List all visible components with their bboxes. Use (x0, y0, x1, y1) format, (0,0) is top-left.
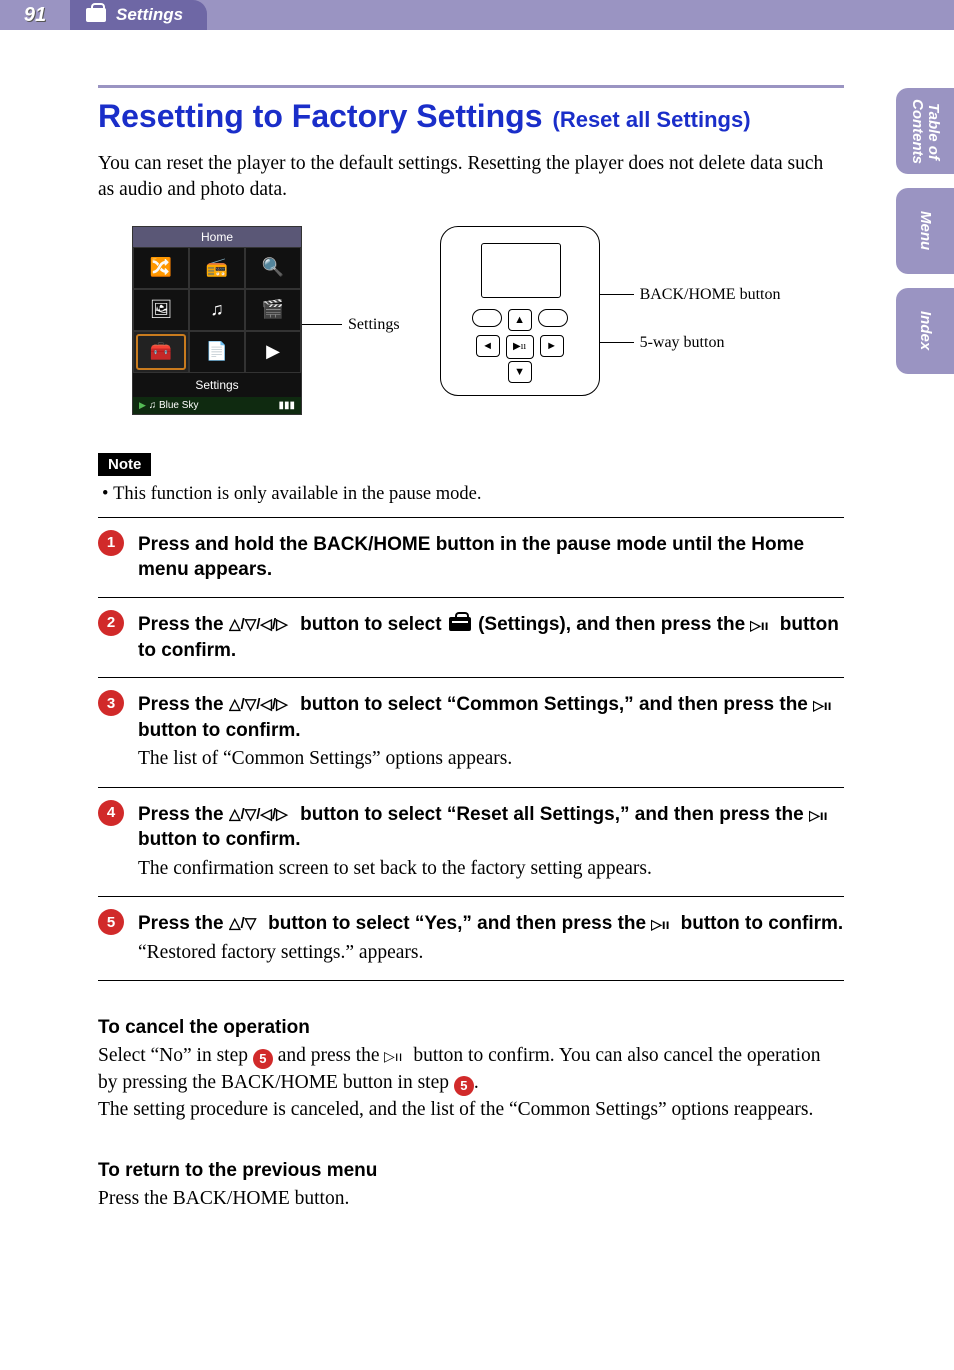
play-pause-icon: ▷ıı (750, 618, 774, 632)
step-3: 3 Press the △/▽/◁/▷ button to select “Co… (98, 677, 844, 787)
step-number-4: 4 (98, 800, 124, 826)
title-sub: (Reset all Settings) (553, 107, 751, 132)
play-pause-icon: ▷ıı (809, 808, 833, 822)
cancel-paragraph: Select “No” in step 5 and press the ▷ıı … (98, 1043, 844, 1124)
svg-text:△/▽/◁/▷: △/▽/◁/▷ (229, 696, 289, 712)
headphone-icon (472, 309, 502, 327)
step-1: 1 Press and hold the BACK/HOME button in… (98, 517, 844, 597)
dpad-4way-icon: △/▽/◁/▷ (229, 616, 295, 632)
section-label: Settings (116, 5, 183, 25)
grid-cell-video-icon: 🎬 (245, 289, 301, 331)
svg-text:▷ıı: ▷ıı (809, 808, 828, 822)
step-4: 4 Press the △/▽/◁/▷ button to select “Re… (98, 787, 844, 897)
title-rule (98, 85, 844, 88)
svg-text:△/▽/◁/▷: △/▽/◁/▷ (229, 806, 289, 822)
svg-text:▷ıı: ▷ıı (813, 698, 832, 712)
screen-home-title: Home (133, 227, 301, 247)
dpad-4way-icon: △/▽/◁/▷ (229, 696, 295, 712)
right-button-icon: ► (540, 335, 564, 357)
header-bar: 91 Settings (0, 0, 954, 30)
left-button-icon: ◄ (476, 335, 500, 357)
inline-step-5a: 5 (253, 1049, 273, 1069)
step-number-2: 2 (98, 610, 124, 636)
screen-status-bar: ▶ ♫ Blue Sky ▮▮▮ (133, 397, 301, 414)
toolbox-inline-icon (449, 617, 471, 631)
step-number-1: 1 (98, 530, 124, 556)
screen-selected-caption: Settings (133, 373, 301, 397)
svg-text:△/▽/◁/▷: △/▽/◁/▷ (229, 616, 289, 632)
player-outline-screen (481, 243, 561, 298)
player-outline: ▲ ◄ ▶ıı ► ▼ (440, 226, 600, 396)
up-button-icon: ▲ (508, 309, 532, 331)
step-number-5: 5 (98, 909, 124, 935)
toolbox-icon (86, 8, 106, 22)
step-1-text: Press and hold the BACK/HOME button in t… (138, 532, 844, 583)
step-5-text: Press the △/▽ button to select “Yes,” an… (138, 911, 844, 937)
callout-settings: Settings (302, 316, 400, 334)
svg-text:▷ıı: ▷ıı (651, 917, 670, 931)
play-pause-button-icon: ▶ıı (506, 335, 534, 359)
return-heading: To return to the previous menu (98, 1160, 844, 1182)
step-5-body: “Restored factory settings.” appears. (138, 940, 844, 966)
svg-text:▷ıı: ▷ıı (384, 1049, 403, 1063)
down-button-icon: ▼ (508, 361, 532, 383)
grid-cell-music-icon: ♫ (189, 289, 245, 331)
cancel-heading: To cancel the operation (98, 1017, 844, 1039)
play-pause-icon: ▷ıı (813, 698, 837, 712)
dpad-4way-icon: △/▽/◁/▷ (229, 806, 295, 822)
step-4-body: The confirmation screen to set back to t… (138, 856, 844, 882)
step-3-text: Press the △/▽/◁/▷ button to select “Comm… (138, 692, 844, 743)
back-home-button-icon (538, 309, 568, 327)
step-3-body: The list of “Common Settings” options ap… (138, 746, 844, 772)
play-pause-icon: ▷ıı (384, 1049, 408, 1063)
note-bullet: This function is only available in the p… (98, 484, 844, 505)
section-tab: Settings (70, 0, 207, 30)
step-5: 5 Press the △/▽ button to select “Yes,” … (98, 896, 844, 981)
dpad-2way-icon: △/▽ (229, 915, 263, 931)
page-title-row: Resetting to Factory Settings (Reset all… (98, 98, 844, 135)
player-screen-mock: Home 🔀 📻 🔍 🖼 ♫ 🎬 🧰 📄 ▶ Settings ▶ ♫ Blue… (132, 226, 302, 415)
step-2: 2 Press the △/▽/◁/▷ button to select (Se… (98, 597, 844, 677)
grid-cell-playlist-icon: 📄 (189, 331, 245, 373)
note-tag: Note (98, 453, 151, 476)
page-number: 91 (0, 0, 70, 30)
grid-cell-search-icon: 🔍 (245, 247, 301, 289)
screen-status-track: ♫ Blue Sky (149, 400, 199, 411)
title-main: Resetting to Factory Settings (98, 98, 543, 134)
svg-text:▷ıı: ▷ıı (750, 618, 769, 632)
return-body: Press the BACK/HOME button. (98, 1186, 844, 1213)
step-number-3: 3 (98, 690, 124, 716)
steps-list: 1 Press and hold the BACK/HOME button in… (98, 517, 844, 982)
battery-icon: ▮▮▮ (278, 400, 295, 411)
callout-5way: 5-way button (600, 334, 781, 352)
grid-cell-shuffle-icon: 🔀 (133, 247, 189, 289)
lead-text: You can reset the player to the default … (98, 151, 844, 204)
step-4-text: Press the △/▽/◁/▷ button to select “Rese… (138, 802, 844, 853)
step-2-text: Press the △/▽/◁/▷ button to select (Sett… (138, 612, 844, 663)
illustration-row: Home 🔀 📻 🔍 🖼 ♫ 🎬 🧰 📄 ▶ Settings ▶ ♫ Blue… (132, 226, 844, 415)
inline-step-5b: 5 (454, 1076, 474, 1096)
grid-cell-radio-icon: 📻 (189, 247, 245, 289)
grid-cell-settings-icon: 🧰 (133, 331, 189, 373)
grid-cell-photo-icon: 🖼 (133, 289, 189, 331)
grid-cell-nowplaying-icon: ▶ (245, 331, 301, 373)
svg-text:△/▽: △/▽ (229, 915, 257, 931)
play-pause-icon: ▷ıı (651, 917, 675, 931)
callout-backhome: BACK/HOME button (600, 286, 781, 304)
